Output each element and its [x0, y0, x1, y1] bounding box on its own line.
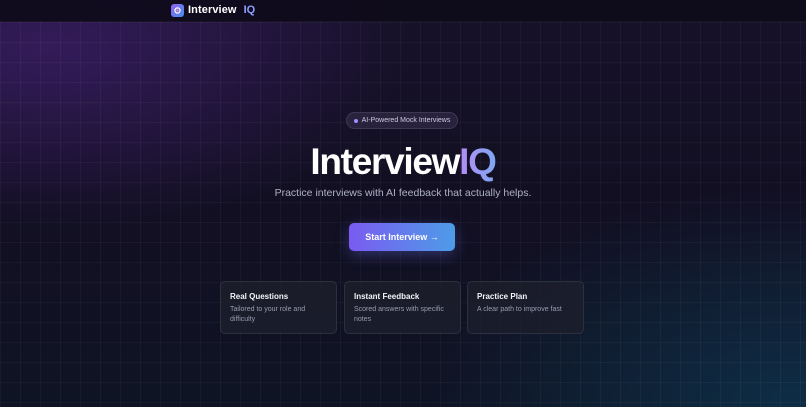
hero-section: AI-Powered Mock Interviews InterviewIQ P…	[0, 0, 806, 407]
hero-badge-label: AI-Powered Mock Interviews	[361, 117, 451, 124]
hero-title: InterviewIQ	[0, 141, 806, 183]
feature-card-instant-feedback: Instant Feedback Scored answers with spe…	[344, 281, 461, 334]
badge-dot-icon	[353, 118, 358, 123]
feature-card-practice-plan: Practice Plan A clear path to improve fa…	[467, 281, 584, 334]
feature-card-title: Real Questions	[230, 292, 289, 301]
feature-cards: Real Questions Tailored to your role and…	[220, 281, 584, 334]
feature-card-title: Practice Plan	[477, 292, 528, 301]
hero-title-accent: IQ	[459, 141, 497, 182]
feature-card-real-questions: Real Questions Tailored to your role and…	[220, 281, 337, 334]
feature-card-title: Instant Feedback	[354, 292, 420, 301]
hero-subtitle: Practice interviews with AI feedback tha…	[274, 187, 532, 199]
hero-badge: AI-Powered Mock Interviews	[346, 112, 458, 129]
feature-card-description: Scored answers with specific notes	[354, 306, 444, 323]
feature-card-description: Tailored to your role and difficulty	[230, 306, 306, 323]
start-interview-button[interactable]: Start Interview →	[349, 223, 455, 251]
feature-card-description: A clear path to improve fast	[477, 306, 562, 313]
hero-title-main: Interview	[310, 141, 460, 182]
